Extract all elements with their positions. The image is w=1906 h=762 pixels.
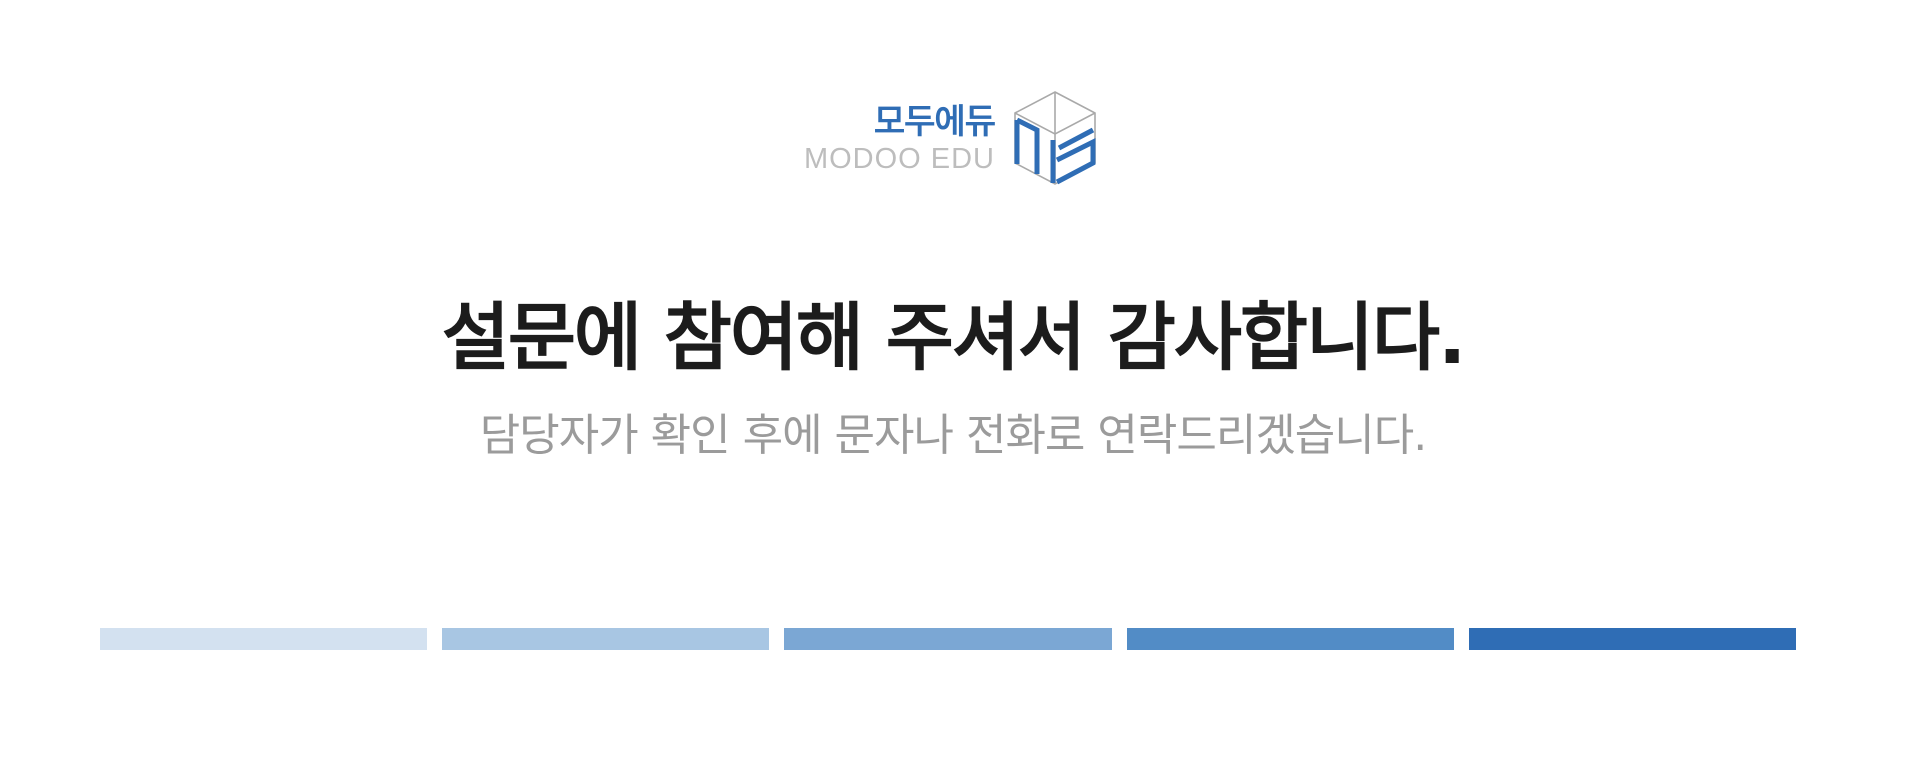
progress-segment-4	[1126, 628, 1454, 650]
progress-segment-3	[784, 628, 1112, 650]
page-subtitle: 담당자가 확인 후에 문자나 전화로 연락드리겠습니다.	[479, 410, 1427, 461]
progress-indicator	[100, 628, 1797, 650]
page-title: 설문에 참여해 주셔서 감사합니다.	[441, 295, 1467, 381]
brand-logo: 모두에듀 MODOO EDU	[804, 90, 1097, 190]
logo-name-english: MODOO EDU	[803, 143, 995, 175]
logo-wordmark: 모두에듀 MODOO EDU	[803, 90, 996, 175]
progress-segment-5	[1468, 628, 1797, 650]
logo-name-korean: 모두에듀	[873, 102, 996, 142]
progress-segment-1	[100, 628, 428, 650]
cube-logo-icon	[1014, 91, 1096, 185]
progress-segment-2	[442, 628, 770, 650]
